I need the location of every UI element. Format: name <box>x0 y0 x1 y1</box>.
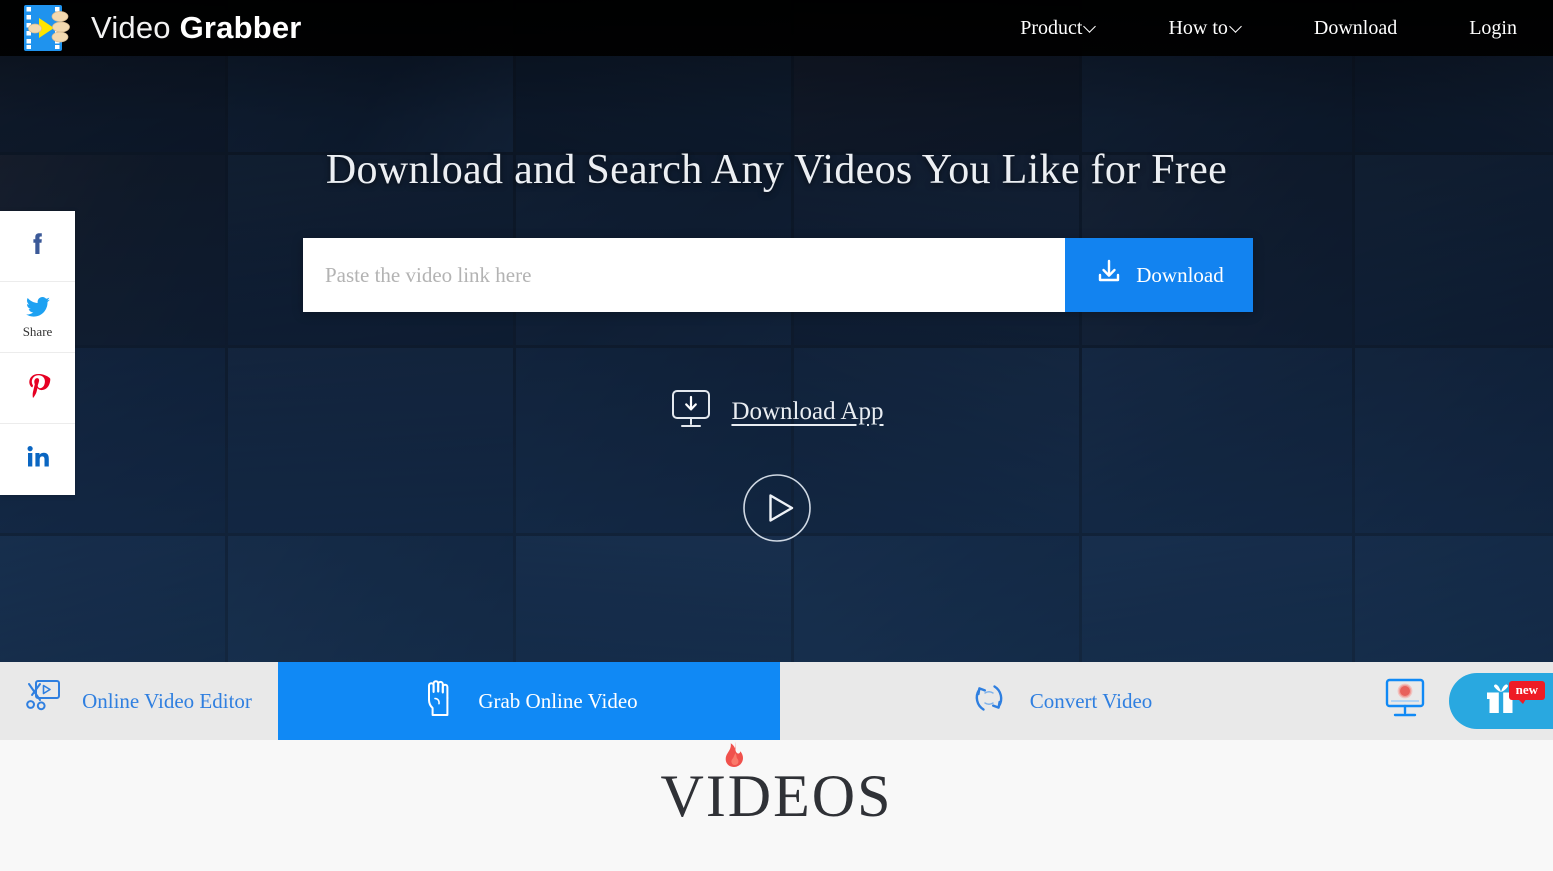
hero-section: Download and Search Any Videos You Like … <box>0 0 1553 662</box>
nav-item-label: How to <box>1168 16 1228 39</box>
new-badge: new <box>1508 681 1545 705</box>
screen-recorder-button[interactable] <box>1369 675 1441 728</box>
tab-label: Grab Online Video <box>478 688 638 713</box>
main-navigation: Product How to Download Login <box>1020 0 1553 56</box>
content-section: VIDEOS <box>0 740 1553 871</box>
convert-refresh-icon <box>968 677 1010 725</box>
download-app-label: Download App <box>731 397 884 425</box>
desktop-download-icon <box>669 388 713 435</box>
tab-convert-video[interactable]: Convert Video <box>780 662 1340 740</box>
flame-icon <box>717 740 753 781</box>
tab-grab-online-video[interactable]: Grab Online Video <box>278 662 780 740</box>
tab-label: Convert Video <box>1029 688 1153 713</box>
scissors-screen-icon <box>26 678 62 724</box>
videos-wordmark: VIDEOS <box>660 763 893 829</box>
share-linkedin-button[interactable] <box>0 424 75 495</box>
chevron-down-icon <box>1085 21 1096 32</box>
page-root: Download and Search Any Videos You Like … <box>0 0 1553 871</box>
grab-hand-icon <box>420 676 458 726</box>
download-button-label: Download <box>1136 262 1224 287</box>
linkedin-icon <box>25 444 51 475</box>
play-video-button[interactable] <box>742 473 812 543</box>
share-twitter-label: Share <box>22 323 53 339</box>
download-app-link[interactable]: Download App <box>0 388 1553 435</box>
nav-item-label: Download <box>1313 16 1398 39</box>
share-pinterest-button[interactable] <box>0 353 75 424</box>
download-button[interactable]: Download <box>1065 238 1253 312</box>
gift-promo-button[interactable]: new <box>1449 673 1553 729</box>
brand-title: Video Grabber <box>91 10 302 46</box>
search-input[interactable] <box>303 238 1065 312</box>
tab-online-video-editor[interactable]: Online Video Editor <box>0 662 278 740</box>
videos-brand-logo: VIDEOS <box>0 742 1553 831</box>
video-link-search-row: Download <box>303 238 1253 312</box>
hero-content: Download and Search Any Videos You Like … <box>0 0 1553 662</box>
nav-item-label: Product <box>1020 16 1083 39</box>
brand-logo-link[interactable]: Video Grabber <box>22 2 302 54</box>
share-facebook-button[interactable] <box>0 211 75 282</box>
nav-item-label: Login <box>1469 16 1517 39</box>
film-strip-hand-logo-icon <box>22 2 78 54</box>
play-circle-icon <box>742 474 811 542</box>
facebook-icon <box>25 230 51 263</box>
brand-title-bold: Grabber <box>179 10 302 45</box>
twitter-icon <box>24 295 52 324</box>
nav-item-download[interactable]: Download <box>1314 17 1397 40</box>
download-tray-icon <box>1094 257 1124 293</box>
brand-title-light: Video <box>91 10 171 45</box>
share-twitter-button[interactable]: Share <box>0 282 75 353</box>
screen-recorder-icon <box>1379 675 1431 728</box>
pinterest-icon <box>25 372 51 405</box>
tab-label: Online Video Editor <box>82 688 252 713</box>
nav-item-login[interactable]: Login <box>1469 17 1517 40</box>
nav-item-product[interactable]: Product <box>1020 17 1096 40</box>
chevron-down-icon <box>1231 21 1242 32</box>
feature-tabbar: Online Video Editor Grab Online Video Co… <box>0 662 1553 740</box>
social-share-sidebar: Share <box>0 211 75 495</box>
site-header: Video Grabber Product How to Download Lo… <box>0 0 1553 56</box>
nav-item-how-to[interactable]: How to <box>1168 17 1241 40</box>
page-title: Download and Search Any Videos You Like … <box>325 147 1228 193</box>
tabbar-right-actions: new <box>1369 662 1553 740</box>
